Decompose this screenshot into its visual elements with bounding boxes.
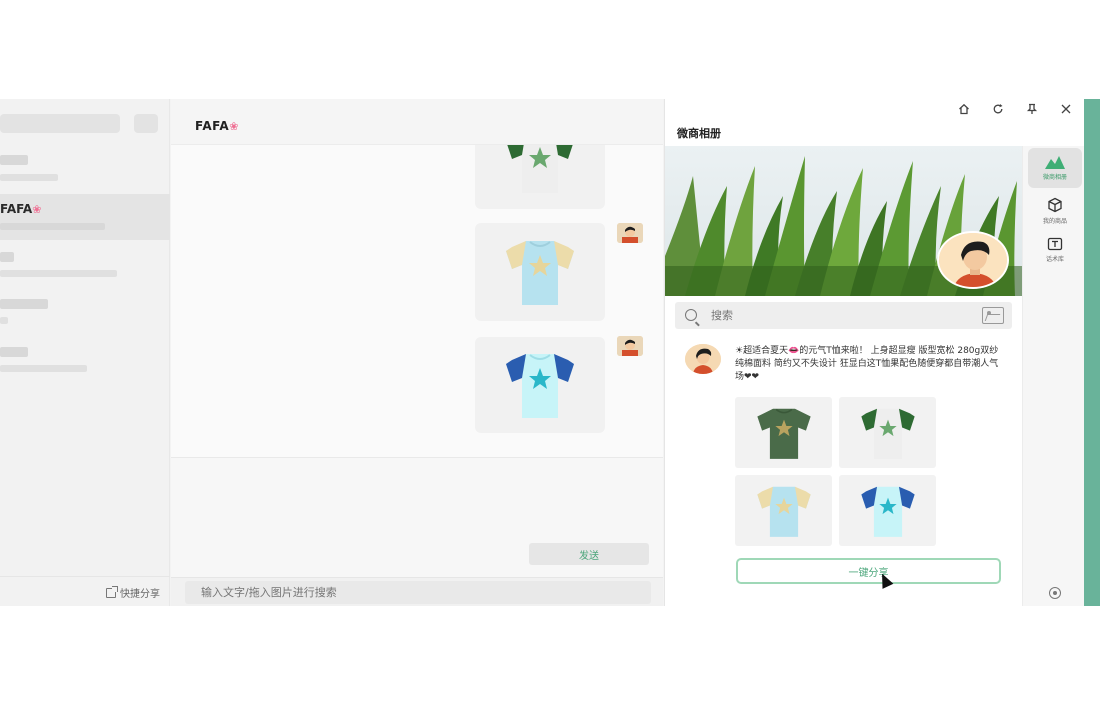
chat-area: FAFA❀ 发送 输入文字/拖入图片进行搜索	[171, 99, 663, 606]
post-description: ☀超适合夏天👄的元气T恤来啦！ 上身超显瘦 版型宽松 280g双纱纯棉面料 简约…	[735, 346, 999, 382]
message-list	[171, 145, 663, 457]
search-icon	[685, 309, 697, 321]
avatar-illustration	[685, 344, 721, 374]
tool-label: 微商相册	[1042, 174, 1067, 181]
tool-rail: 微商相册 我的商品 话术库	[1022, 146, 1085, 606]
avatar-illustration	[617, 336, 643, 356]
conversation-item-fafa[interactable]: FAFA❀	[0, 194, 170, 240]
tshirt-image	[507, 145, 573, 193]
post-author-avatar[interactable]	[685, 344, 721, 374]
pin-icon[interactable]	[1024, 102, 1040, 116]
tshirt-image	[860, 486, 915, 537]
conversation-name-placeholder	[0, 299, 48, 309]
settings-icon[interactable]	[1049, 587, 1061, 599]
quick-share-button[interactable]: 快捷分享	[106, 585, 160, 600]
conversation-item[interactable]	[0, 337, 170, 383]
conversation-preview-placeholder	[0, 223, 105, 230]
tool-my-products[interactable]: 我的商品	[1028, 191, 1082, 231]
box-icon	[1048, 197, 1062, 213]
product-image-tile[interactable]	[735, 397, 832, 468]
home-icon[interactable]	[956, 102, 972, 116]
background-window-edge	[1084, 99, 1100, 606]
conversation-preview-placeholder	[0, 174, 58, 181]
sender-avatar[interactable]	[617, 336, 643, 356]
flower-icon: ❀	[229, 120, 239, 133]
sidebar-add-button[interactable]	[134, 114, 158, 133]
close-icon[interactable]	[1058, 102, 1074, 116]
image-message[interactable]	[475, 337, 605, 433]
conversation-name-placeholder	[0, 347, 28, 357]
tshirt-image	[756, 486, 811, 537]
tshirt-image	[506, 354, 574, 418]
image-message[interactable]	[475, 145, 605, 209]
album-icon	[1045, 156, 1065, 169]
chat-header: FAFA❀	[171, 99, 663, 145]
script-library-icon	[1047, 237, 1063, 251]
tshirt-image	[756, 408, 811, 459]
conversation-name: FAFA❀	[0, 202, 42, 216]
conversation-item[interactable]	[0, 147, 170, 193]
tshirt-image	[506, 241, 574, 305]
product-image-tile[interactable]	[839, 475, 936, 546]
tool-label: 话术库	[1045, 256, 1064, 263]
screen: FAFA❀ 快捷分享 FAFA❀ 发送 输入文字/拖入图片进行搜索 微商相册 搜…	[0, 0, 1100, 705]
album-search-box	[675, 302, 1012, 329]
tshirt-image	[860, 408, 915, 459]
flower-icon: ❀	[32, 203, 42, 216]
panel-title: 微商相册	[677, 127, 721, 140]
conversation-item[interactable]	[0, 289, 170, 335]
sender-avatar[interactable]	[617, 223, 643, 243]
tool-script-library[interactable]: 话术库	[1028, 230, 1082, 270]
image-message[interactable]	[475, 223, 605, 321]
message-compose-area[interactable]: 发送	[171, 457, 663, 577]
conversation-preview-placeholder	[0, 365, 87, 372]
tool-album[interactable]: 微商相册	[1028, 148, 1082, 188]
album-search-input[interactable]	[711, 307, 961, 324]
avatar-illustration	[617, 223, 643, 243]
album-cover-banner	[665, 146, 1022, 296]
refresh-icon[interactable]	[990, 102, 1006, 116]
tool-label: 我的商品	[1042, 218, 1067, 225]
album-owner-avatar[interactable]	[937, 231, 1009, 289]
conversation-sidebar: FAFA❀ 快捷分享	[0, 99, 170, 606]
sidebar-search-box[interactable]	[0, 114, 120, 133]
chat-search-bar	[171, 577, 663, 606]
chat-title: FAFA❀	[195, 119, 239, 133]
app-window: FAFA❀ 快捷分享 FAFA❀ 发送 输入文字/拖入图片进行搜索 微商相册 搜…	[0, 99, 1100, 606]
album-panel: 微商相册 搜索 ☀超适合夏天👄的元气T恤来啦！ 上身超显瘦 版型宽松 280g双…	[664, 99, 1085, 606]
chat-search-input[interactable]	[185, 581, 651, 604]
one-click-share-button[interactable]: 一键分享	[736, 558, 1001, 584]
quick-share-label: 快捷分享	[120, 589, 160, 600]
product-image-tile[interactable]	[735, 475, 832, 546]
conversation-preview-placeholder	[0, 270, 117, 277]
product-image-tile[interactable]	[839, 397, 936, 468]
share-icon	[106, 585, 118, 598]
send-button[interactable]: 发送	[529, 543, 649, 565]
window-controls	[956, 102, 1074, 116]
conversation-item[interactable]	[0, 242, 170, 288]
conversation-name-placeholder	[0, 252, 14, 262]
sidebar-footer: 快捷分享	[0, 576, 170, 606]
conversation-name-placeholder	[0, 155, 28, 165]
conversation-preview-placeholder	[0, 317, 8, 324]
image-search-icon[interactable]	[982, 307, 1004, 324]
